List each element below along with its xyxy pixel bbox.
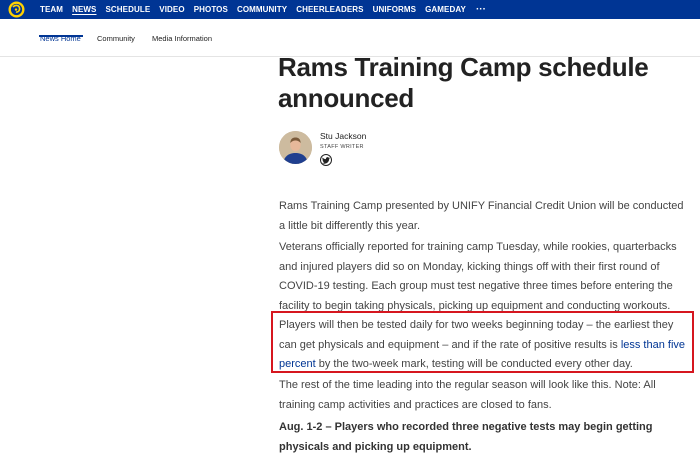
- nav-item-cheerleaders[interactable]: CHEERLEADERS: [296, 0, 363, 19]
- nav-item-uniforms[interactable]: UNIFORMS: [373, 0, 416, 19]
- author-role: STAFF WRITER: [320, 144, 364, 150]
- nav-item-schedule[interactable]: SCHEDULE: [105, 0, 150, 19]
- article-title: Rams Training Camp schedule announced: [278, 52, 649, 113]
- highlighted-text-after: by the two-week mark, testing will be co…: [315, 358, 633, 370]
- nav-item-news[interactable]: NEWS: [72, 0, 96, 19]
- nav-item-gameday[interactable]: GAMEDAY: [425, 0, 466, 19]
- active-tab-indicator: [39, 35, 83, 37]
- more-menu-button[interactable]: ···: [476, 0, 486, 19]
- top-nav-bar: TEAM NEWS SCHEDULE VIDEO PHOTOS COMMUNIT…: [0, 0, 700, 19]
- highlighted-text-before: Players will then be tested daily for tw…: [279, 319, 674, 351]
- rams-logo-icon[interactable]: [8, 1, 25, 18]
- article-paragraph-4: The rest of the time leading into the re…: [279, 379, 656, 411]
- nav-item-video[interactable]: VIDEO: [159, 0, 184, 19]
- nav-item-photos[interactable]: PHOTOS: [194, 0, 228, 19]
- article-paragraph-1: Rams Training Camp presented by UNIFY Fi…: [279, 200, 684, 232]
- article-paragraph-2: Veterans officially reported for trainin…: [279, 241, 677, 312]
- article-paragraph-bold: Aug. 1-2 – Players who recorded three ne…: [279, 421, 653, 453]
- highlighted-paragraph: Players will then be tested daily for tw…: [279, 316, 692, 375]
- twitter-icon[interactable]: [320, 154, 332, 166]
- nav-item-community[interactable]: COMMUNITY: [237, 0, 287, 19]
- nav-item-team[interactable]: TEAM: [40, 0, 63, 19]
- sub-nav-media-information[interactable]: Media Information: [152, 34, 212, 43]
- sub-nav-community[interactable]: Community: [97, 34, 135, 43]
- author-avatar[interactable]: [279, 131, 312, 164]
- main-nav-menu: TEAM NEWS SCHEDULE VIDEO PHOTOS COMMUNIT…: [40, 0, 486, 19]
- author-name[interactable]: Stu Jackson: [320, 131, 366, 141]
